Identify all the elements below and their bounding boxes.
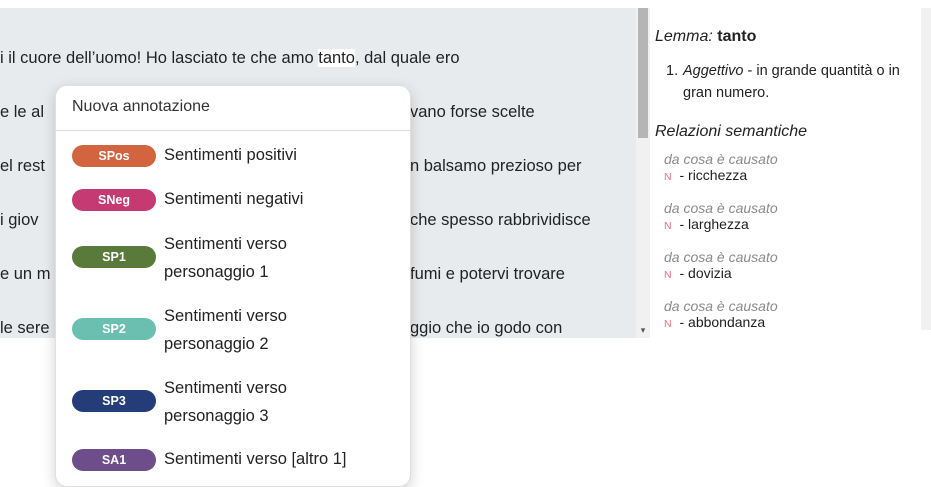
definition-pos: Aggettivo (683, 63, 744, 79)
menu-divider (56, 130, 410, 131)
relation-word[interactable]: - abbondanza (676, 314, 765, 330)
relations-title: Relazioni semantiche (655, 123, 808, 140)
tag-pill: SP3 (72, 390, 156, 412)
text-line[interactable]: fumi e potervi trovare (410, 262, 565, 286)
tag-pill: SA1 (72, 449, 156, 471)
definition-number: 1. (666, 63, 679, 79)
text-line[interactable]: i il cuore dell’uomo! Ho lasciato te che… (0, 46, 460, 70)
tag-pill: SP2 (72, 318, 156, 340)
relation-item[interactable]: da cosa è causato N - abbondanza (664, 298, 778, 332)
menu-item-label: Sentimenti positivi (164, 146, 297, 164)
menu-item-label: Sentimenti verso (164, 307, 287, 325)
menu-header: Nuova annotazione (72, 98, 210, 115)
menu-item-label: Sentimenti verso [altro 1] (164, 450, 347, 468)
menu-item-label: Sentimenti verso (164, 379, 287, 397)
right-scrollbar[interactable] (921, 8, 931, 330)
lemma-label: Lemma: (655, 28, 713, 45)
relation-item[interactable]: da cosa è causato N - ricchezza (664, 151, 778, 185)
text-line[interactable]: i giov (0, 208, 39, 232)
text-line[interactable]: le sere (0, 316, 50, 338)
relation-type: da cosa è causato (664, 151, 778, 167)
scrollbar-thumb[interactable] (638, 8, 648, 138)
annotation-menu: Nuova annotazione SPos Sentimenti positi… (55, 85, 411, 487)
dictionary-panel: Lemma: tanto 1. Aggettivo - in grande qu… (650, 8, 921, 338)
menu-item-sp2[interactable]: SP2 Sentimenti verso personaggio 2 (56, 301, 410, 361)
text-line[interactable]: ggio che io godo con (410, 316, 562, 338)
scroll-down-icon[interactable]: ▾ (636, 324, 650, 336)
relation-type: da cosa è causato (664, 200, 778, 216)
menu-item-label: personaggio 3 (164, 407, 269, 425)
lemma-word: tanto (717, 28, 757, 45)
relation-item[interactable]: da cosa è causato N - dovizia (664, 249, 778, 283)
menu-item-label: personaggio 2 (164, 335, 269, 353)
noun-badge: N (664, 269, 672, 281)
text-line[interactable]: e un m (0, 262, 50, 286)
menu-item-sp3[interactable]: SP3 Sentimenti verso personaggio 3 (56, 373, 410, 433)
menu-item-sa1[interactable]: SA1 Sentimenti verso [altro 1] (56, 445, 410, 475)
text-line[interactable]: n balsamo prezioso per (410, 154, 582, 178)
menu-item-spos[interactable]: SPos Sentimenti positivi (56, 141, 410, 171)
menu-item-label: Sentimenti verso (164, 235, 287, 253)
menu-item-label: Sentimenti negativi (164, 190, 304, 208)
definition: 1. Aggettivo - in grande quantità o in g… (666, 60, 921, 104)
text-line[interactable]: che spesso rabbrividisce (410, 208, 591, 232)
tag-pill: SNeg (72, 189, 156, 211)
noun-badge: N (664, 220, 672, 232)
text-line[interactable]: e le al (0, 100, 44, 124)
relation-item[interactable]: da cosa è causato N - larghezza (664, 200, 778, 234)
text-line[interactable]: el rest (0, 154, 45, 178)
lemma-heading: Lemma: tanto (655, 28, 756, 46)
text-scrollbar[interactable]: ▾ (636, 8, 650, 338)
text-segment[interactable]: i il cuore dell’uomo! Ho lasciato te che… (0, 49, 318, 67)
tag-pill: SP1 (72, 246, 156, 268)
tag-pill: SPos (72, 145, 156, 167)
relation-type: da cosa è causato (664, 249, 778, 265)
relation-word[interactable]: - ricchezza (676, 167, 747, 183)
menu-item-label: personaggio 1 (164, 263, 269, 281)
menu-item-sp1[interactable]: SP1 Sentimenti verso personaggio 1 (56, 229, 410, 289)
text-segment[interactable]: , dal quale ero (355, 49, 460, 67)
noun-badge: N (664, 171, 672, 183)
relation-type: da cosa è causato (664, 298, 778, 314)
selected-word[interactable]: tanto (318, 49, 355, 67)
relation-word[interactable]: - dovizia (676, 265, 731, 281)
noun-badge: N (664, 318, 672, 330)
menu-item-sneg[interactable]: SNeg Sentimenti negativi (56, 185, 410, 215)
relation-word[interactable]: - larghezza (676, 216, 748, 232)
text-line[interactable]: vano forse scelte (410, 100, 535, 124)
